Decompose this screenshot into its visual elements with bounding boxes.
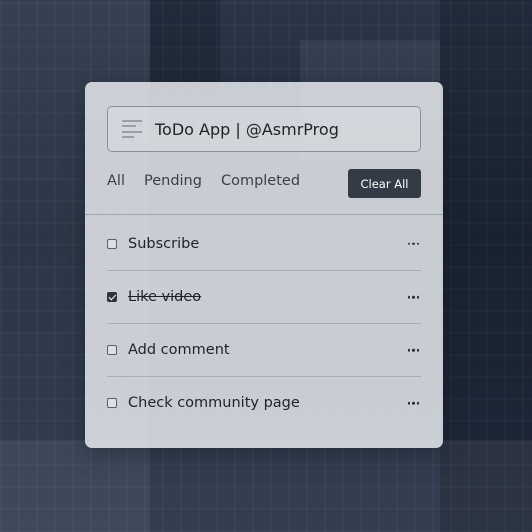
task-item: Like video — [107, 270, 421, 323]
task-label: Check community page — [128, 395, 300, 411]
background-building — [150, 0, 220, 90]
filter-pending[interactable]: Pending — [144, 173, 202, 189]
task-item: Subscribe — [107, 217, 421, 270]
task-checkbox[interactable] — [107, 345, 117, 355]
clear-all-button[interactable]: Clear All — [348, 169, 421, 198]
more-horizontal-icon[interactable] — [407, 398, 419, 409]
controls-bar: All Pending Completed Clear All — [107, 169, 421, 199]
more-horizontal-icon[interactable] — [407, 292, 419, 303]
task-checkbox[interactable] — [107, 398, 117, 408]
task-checkbox[interactable] — [107, 292, 117, 302]
filter-completed[interactable]: Completed — [221, 173, 300, 189]
todo-card: ToDo App | @AsmrProg All Pending Complet… — [85, 82, 443, 448]
document-lines-icon — [122, 120, 142, 138]
more-horizontal-icon[interactable] — [407, 345, 419, 356]
more-horizontal-icon[interactable] — [407, 238, 419, 249]
task-list: Subscribe Like video Add comment Check c… — [107, 217, 421, 429]
task-item: Check community page — [107, 376, 421, 429]
divider — [85, 214, 443, 215]
filter-tabs: All Pending Completed — [107, 173, 319, 189]
task-input-value[interactable]: ToDo App | @AsmrProg — [155, 120, 339, 139]
task-label: Like video — [128, 289, 202, 305]
task-input[interactable]: ToDo App | @AsmrProg — [107, 106, 421, 152]
task-item: Add comment — [107, 323, 421, 376]
background-building — [0, 440, 532, 532]
task-label: Subscribe — [128, 235, 200, 252]
task-label: Add comment — [128, 342, 230, 358]
task-checkbox[interactable] — [107, 238, 117, 249]
filter-all[interactable]: All — [107, 173, 125, 189]
